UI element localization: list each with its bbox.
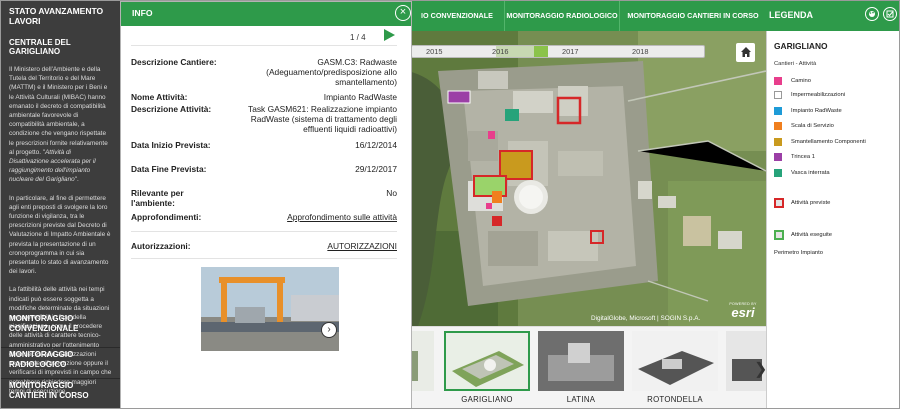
legend-header: LEGENDA (766, 1, 899, 31)
sidebar-paragraph-2: In particolare, al fine di permettere ag… (9, 194, 111, 276)
field-value: GASM.C3: Radwaste (Adeguamento/predispos… (266, 57, 397, 87)
field-key: Descrizione Attività: (131, 104, 212, 114)
divider (131, 231, 397, 232)
field-key: Data Fine Prevista: (131, 164, 207, 174)
para1-text: Il Ministero dell'Ambiente e della Tutel… (9, 66, 108, 156)
site-thumbnails: GARIGLIANO LATINA ROTONDELLA ❯ (408, 326, 766, 408)
close-icon[interactable]: × (395, 5, 411, 21)
field-value: No (386, 188, 397, 198)
home-icon[interactable] (736, 43, 755, 62)
legend-swatch (774, 91, 782, 99)
chevron-right-icon[interactable]: ❯ (754, 359, 766, 379)
field-key: Autorizzazioni: (131, 241, 191, 251)
legend-label: Perimetro Impianto (774, 250, 823, 256)
info-pager: 1 / 4 (350, 33, 366, 42)
sidebar-title: STATO AVANZAMENTO LAVORI (9, 6, 104, 26)
check-icon[interactable] (883, 7, 897, 21)
legend-label: Scala di Servizio (791, 123, 834, 129)
legend-swatch (774, 77, 782, 85)
legend-label: Smantellamento Componenti (791, 139, 866, 145)
info-header: INFO × (121, 2, 411, 26)
field-key: Rilevante per l'ambiente: (131, 188, 184, 208)
legend-cantieri-label: Cantieri - Attività (774, 61, 817, 67)
legend-label: Attività previste (791, 200, 831, 206)
sidebar-subtitle: CENTRALE DEL GARIGLIANO (9, 38, 71, 56)
para1-end: ". (74, 176, 79, 184)
sidebar-nav-monitoraggio-cantieri[interactable]: MONITORAGGIO CANTIERI IN CORSO (1, 378, 120, 400)
legend-swatch (774, 122, 782, 130)
tab-monitoraggio-cantieri[interactable]: MONITORAGGIO CANTIERI IN CORSO (619, 1, 766, 31)
photo-next-icon[interactable]: › (321, 322, 337, 338)
legend-title: LEGENDA (769, 10, 814, 20)
satellite-imagery (408, 31, 766, 326)
palette-icon[interactable] (865, 7, 879, 21)
activity-photo[interactable] (201, 267, 339, 351)
sidebar-nav-monitoraggio-radiologico[interactable]: MONITORAGGIO RADIOLOGICO (1, 347, 120, 369)
next-arrow-icon[interactable] (384, 29, 395, 41)
timeline-year-2017[interactable]: 2017 (562, 47, 578, 56)
app-window: STATO AVANZAMENTO LAVORI CENTRALE DEL GA… (0, 0, 900, 409)
field-key: Data Inizio Prevista: (131, 140, 211, 150)
left-sidebar: STATO AVANZAMENTO LAVORI CENTRALE DEL GA… (1, 1, 120, 408)
field-value: AUTORIZZAZIONI (225, 241, 397, 251)
legend-label: Camino (791, 78, 811, 84)
field-key: Approfondimenti: (131, 212, 202, 222)
field-value: Approfondimento sulle attività (225, 212, 397, 222)
sidebar-nav-monitoraggio-convenzionale[interactable]: MONITORAGGIO CONVENZIONALE (1, 314, 120, 333)
legend-swatch (774, 198, 784, 208)
tab-monitoraggio-convenzionale[interactable]: IO CONVENZIONALE (410, 1, 504, 31)
legend-swatch (774, 169, 782, 177)
legend-swatch (774, 107, 782, 115)
year-timeline[interactable]: 2015 2016 2017 2018 (411, 45, 705, 58)
sidebar-paragraph-1: Il Ministero dell'Ambiente e della Tutel… (1, 56, 120, 185)
approfondimenti-link[interactable]: Approfondimento sulle attività (287, 212, 397, 222)
legend-label: Impermeabilizzazioni (791, 92, 846, 98)
thumbnail-latina[interactable]: LATINA (538, 331, 624, 404)
thumbnail-label-garigliano: GARIGLIANO (461, 395, 513, 404)
info-popup: INFO × 1 / 4 Descrizione Cantiere: GASM.… (120, 1, 412, 408)
legend-panel: GARIGLIANO Cantieri - Attività Camino Imp… (766, 31, 899, 408)
legend-swatch (774, 153, 782, 161)
timeline-year-2018[interactable]: 2018 (632, 47, 648, 56)
thumbnail-garigliano[interactable]: GARIGLIANO (444, 331, 530, 404)
timeline-cursor[interactable] (534, 46, 548, 57)
field-value: Impianto RadWaste (323, 92, 397, 102)
divider (131, 258, 397, 259)
legend-label: Attività eseguite (791, 232, 832, 238)
field-key: Nome Attività: (131, 92, 188, 102)
thumbnail-label-rotondella: ROTONDELLA (647, 395, 703, 404)
tab-monitoraggio-radiologico[interactable]: MONITORAGGIO RADIOLOGICO (504, 1, 619, 31)
map-credits: DigitalGlobe, Microsoft | SOGIN S.p.A. (591, 315, 701, 322)
esri-text: esri (731, 305, 755, 320)
field-key: Descrizione Cantiere: (131, 57, 217, 67)
divider (131, 45, 397, 46)
legend-swatch (774, 230, 784, 240)
info-title: INFO (132, 8, 153, 18)
esri-logo: POWERED BY esri (726, 302, 760, 319)
thumbnail-rotondella[interactable]: ROTONDELLA (632, 331, 718, 404)
legend-swatch (774, 138, 782, 146)
timeline-year-2015[interactable]: 2015 (426, 47, 442, 56)
map-view[interactable] (408, 31, 766, 326)
legend-site-name: GARIGLIANO (774, 41, 828, 51)
legend-label: Trincea 1 (791, 154, 815, 160)
legend-label: Impianto RadWaste (791, 108, 842, 114)
field-value: 29/12/2017 (355, 164, 397, 174)
field-value: Task GASM621: Realizzazione impianto Rad… (248, 104, 397, 134)
field-value: 16/12/2014 (355, 140, 397, 150)
thumbnail-label-latina: LATINA (566, 395, 596, 404)
autorizzazioni-link[interactable]: AUTORIZZAZIONI (327, 241, 397, 251)
legend-label: Vasca interrata (791, 170, 830, 176)
timeline-year-2016[interactable]: 2016 (492, 47, 508, 56)
